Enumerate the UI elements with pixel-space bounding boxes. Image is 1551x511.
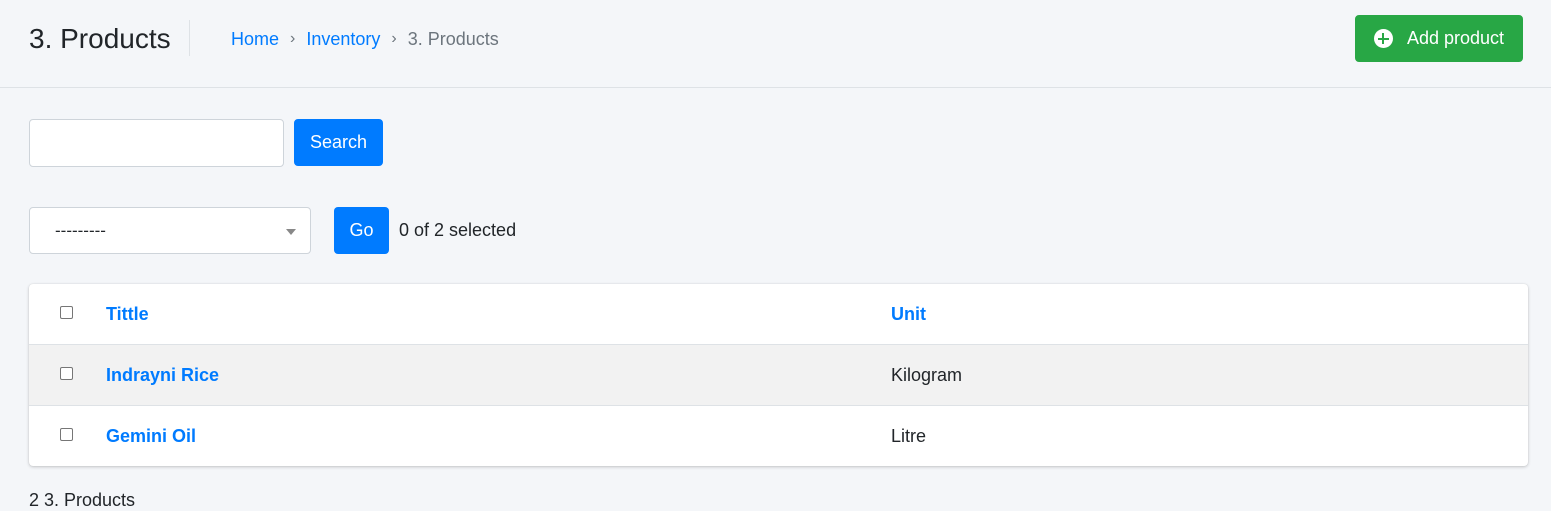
page-title: 3. Products — [29, 23, 171, 54]
breadcrumb-home-link[interactable]: Home — [231, 28, 279, 50]
action-select[interactable]: --------- — [29, 207, 311, 254]
breadcrumb-separator: › — [391, 30, 397, 47]
product-unit: Litre — [891, 426, 927, 446]
breadcrumb-current: 3. Products — [407, 29, 499, 49]
table-row: Gemini Oil Litre — [29, 406, 1528, 466]
content-header: 3. Products Home › Inventory › 3. Produc… — [0, 0, 1551, 88]
breadcrumb: Home › Inventory › 3. Products — [231, 28, 499, 50]
table-row: Indrayni Rice Kilogram — [29, 345, 1528, 406]
result-count-footer: 2 3. Products — [29, 490, 136, 510]
go-button[interactable]: Go — [334, 207, 389, 254]
table-header-row: Tittle Unit — [29, 284, 1528, 345]
product-title-link[interactable]: Indrayni Rice — [106, 364, 219, 386]
breadcrumb-inventory-link[interactable]: Inventory — [306, 28, 380, 50]
results-table: Tittle Unit Indrayni Rice Kilogram Gemin… — [29, 284, 1528, 466]
add-product-label: Add product — [1406, 28, 1505, 48]
row-checkbox[interactable] — [60, 428, 73, 441]
column-header-unit[interactable]: Unit — [891, 303, 926, 325]
row-checkbox[interactable] — [60, 367, 73, 380]
column-header-title[interactable]: Tittle — [106, 303, 149, 325]
plus-circle-icon — [1373, 29, 1393, 48]
selection-counter: 0 of 2 selected — [399, 220, 517, 240]
chevron-down-icon — [286, 229, 296, 235]
add-product-button[interactable]: Add product — [1355, 15, 1523, 62]
title-divider — [189, 20, 190, 56]
breadcrumb-separator: › — [290, 30, 296, 47]
search-button[interactable]: Search — [294, 119, 383, 166]
product-unit: Kilogram — [891, 365, 963, 385]
select-all-checkbox[interactable] — [60, 306, 73, 319]
product-title-link[interactable]: Gemini Oil — [106, 425, 196, 447]
search-input[interactable] — [29, 119, 284, 167]
action-select-value: --------- — [55, 220, 106, 240]
